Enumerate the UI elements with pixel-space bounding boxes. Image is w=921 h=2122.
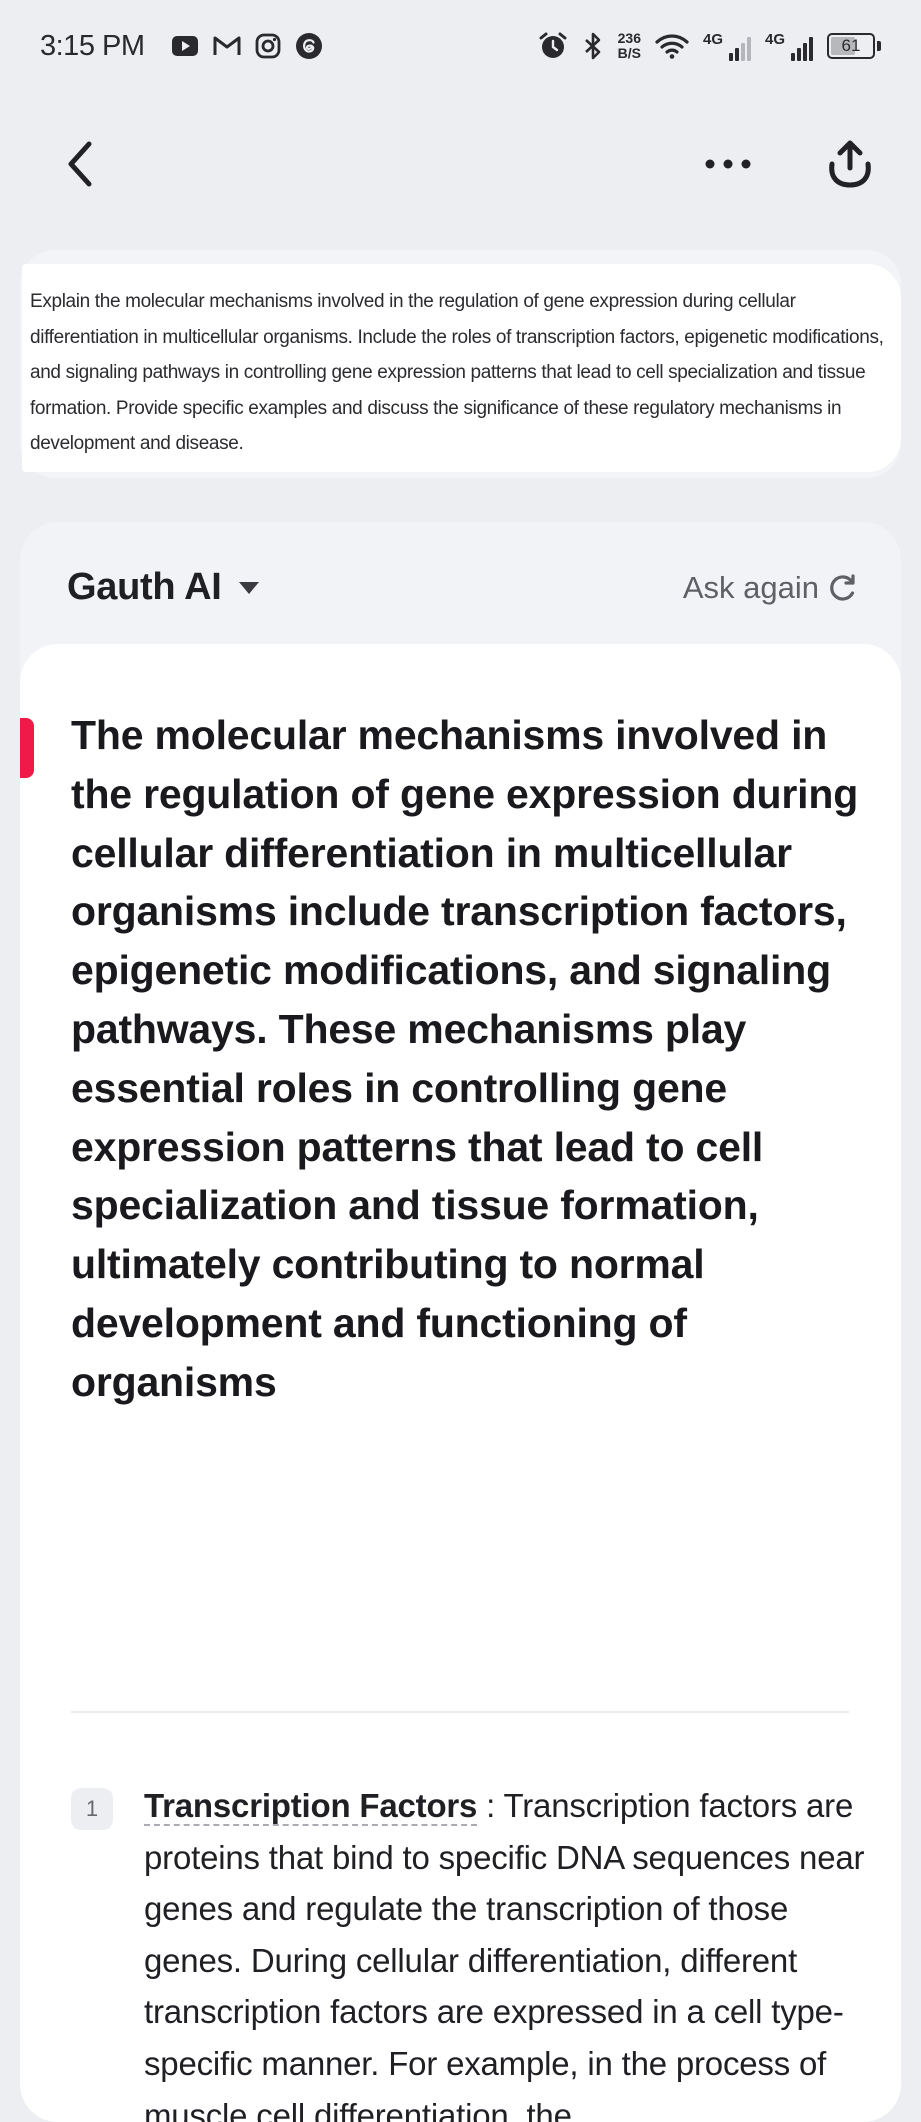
model-selector[interactable]: Gauth AI bbox=[67, 566, 260, 609]
answer-header: Gauth AI Ask again bbox=[20, 522, 901, 644]
youtube-icon bbox=[171, 35, 199, 57]
more-horizontal-icon bbox=[705, 159, 751, 169]
network-speed-value: 236 bbox=[617, 30, 641, 46]
alarm-icon bbox=[538, 31, 568, 61]
signal-1-label: 4G bbox=[703, 31, 724, 48]
status-bar: 3:15 PM 236 B/S 4G 4G 61 bbox=[0, 0, 921, 92]
caret-down-icon bbox=[238, 581, 259, 594]
network-speed: 236 B/S bbox=[618, 31, 641, 61]
wifi-icon bbox=[655, 32, 689, 60]
gmail-icon bbox=[213, 35, 241, 57]
back-button[interactable] bbox=[50, 134, 110, 194]
network-speed-unit: B/S bbox=[617, 45, 641, 61]
battery-indicator: 61 bbox=[827, 33, 881, 59]
accent-marker bbox=[20, 718, 34, 778]
divider bbox=[71, 1711, 849, 1713]
battery-nub bbox=[877, 41, 881, 51]
question-text: Explain the molecular mechanisms involve… bbox=[30, 291, 884, 454]
status-right: 236 B/S 4G 4G 61 bbox=[538, 31, 881, 61]
more-options-button[interactable] bbox=[698, 134, 758, 194]
battery-body: 61 bbox=[827, 33, 875, 59]
signal-strength-2: 4G bbox=[765, 31, 813, 61]
instagram-icon bbox=[255, 33, 281, 59]
status-time: 3:15 PM bbox=[40, 29, 145, 62]
model-name: Gauth AI bbox=[67, 566, 222, 608]
bluetooth-icon bbox=[582, 31, 604, 61]
threads-icon bbox=[295, 32, 323, 60]
step-description: : Transcription factors are proteins tha… bbox=[144, 1787, 865, 2122]
answer-card: Gauth AI Ask again The molecular mechani… bbox=[20, 522, 901, 2122]
battery-level: 61 bbox=[841, 36, 861, 55]
answer-body: The molecular mechanisms involved in the… bbox=[20, 644, 901, 2122]
top-nav bbox=[0, 110, 921, 220]
question-card[interactable]: Explain the molecular mechanisms involve… bbox=[20, 250, 901, 478]
refresh-icon bbox=[830, 574, 855, 601]
step-term-link[interactable]: Transcription Factors bbox=[144, 1787, 477, 1826]
signal-strength-1: 4G bbox=[703, 31, 751, 61]
question-image: Explain the molecular mechanisms involve… bbox=[22, 264, 901, 472]
share-upload-icon bbox=[829, 140, 871, 188]
share-button[interactable] bbox=[820, 134, 880, 194]
step-number-badge: 1 bbox=[71, 1788, 113, 1830]
answer-summary: The molecular mechanisms involved in the… bbox=[71, 712, 859, 1405]
ask-again-label: Ask again bbox=[682, 570, 819, 605]
chevron-left-icon bbox=[68, 141, 92, 187]
signal-2-label: 4G bbox=[765, 31, 786, 48]
ask-again-button[interactable]: Ask again bbox=[683, 570, 857, 606]
status-left: 3:15 PM bbox=[40, 30, 323, 63]
step-text: Transcription Factors : Transcription fa… bbox=[144, 1780, 874, 2122]
